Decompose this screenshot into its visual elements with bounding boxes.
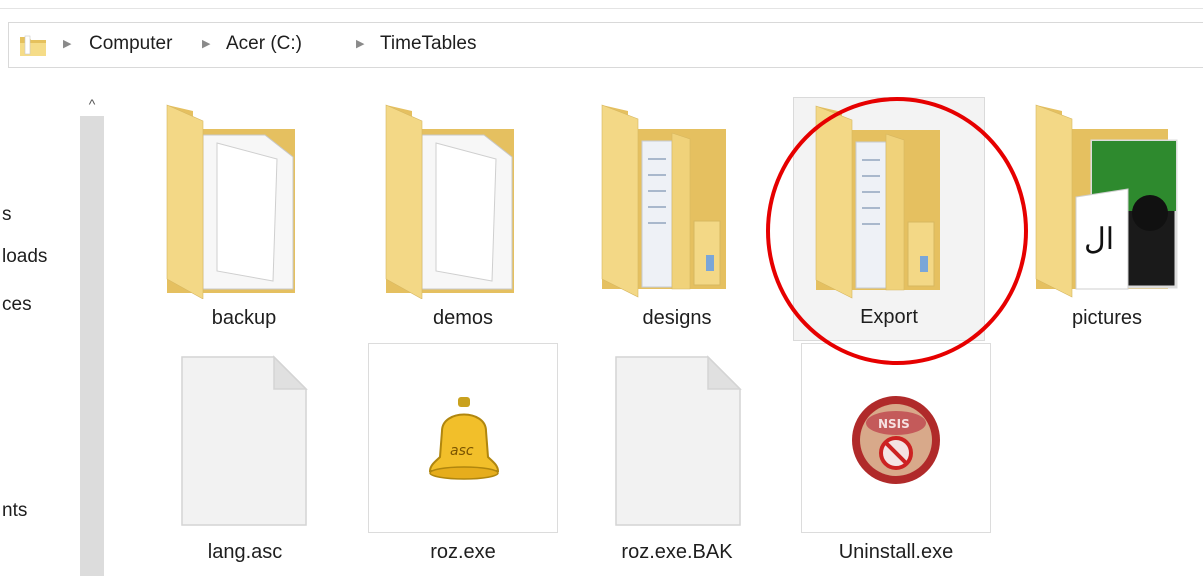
file-label: Export <box>860 306 918 328</box>
folder-icon <box>166 104 295 299</box>
bell-icon: asc <box>428 397 500 480</box>
svg-text:ال: ال <box>1084 222 1114 257</box>
folder-icon <box>20 35 46 56</box>
folder-backup[interactable]: backup <box>149 97 339 329</box>
file-label: Uninstall.exe <box>838 541 954 563</box>
scroll-up-button[interactable]: ^ <box>81 92 103 116</box>
file-label: roz.exe <box>430 541 496 563</box>
file-roz-exe-bak[interactable]: roz.exe.BAK <box>582 345 772 563</box>
bell-icon-text: asc <box>450 443 474 459</box>
folder-demos[interactable]: demos <box>368 97 558 329</box>
breadcrumb-separator: ▶ <box>356 38 365 50</box>
navigation-pane: s loads ces nts <box>0 86 110 576</box>
blank-document-icon <box>181 355 308 526</box>
folder-designs[interactable]: designs <box>582 97 772 329</box>
nav-item-places[interactable]: ces <box>2 294 32 316</box>
breadcrumb-separator: ▶ <box>63 38 72 50</box>
breadcrumb-separator: ▶ <box>202 38 211 50</box>
file-label: designs <box>642 307 712 329</box>
nav-item-fragment[interactable]: s <box>2 204 12 226</box>
folder-export[interactable]: Export <box>793 97 985 341</box>
folder-icon <box>385 104 514 299</box>
blank-document-icon <box>615 355 742 526</box>
folder-icon <box>601 104 726 298</box>
folder-icon <box>815 105 940 299</box>
breadcrumb-acer-drive[interactable]: Acer (C:) <box>226 33 302 55</box>
breadcrumb-computer[interactable]: Computer <box>89 33 172 55</box>
file-label: roz.exe.BAK <box>621 541 733 563</box>
uninstall-icon-text: NSIS <box>878 417 910 431</box>
nav-scrollbar[interactable] <box>80 116 104 576</box>
uninstall-no-icon: NSIS <box>852 396 940 484</box>
file-label: backup <box>211 307 277 329</box>
address-bar[interactable]: ▶ Computer ▶ Acer (C:) ▶ TimeTables <box>8 22 1203 68</box>
nav-item-documents[interactable]: nts <box>2 500 27 522</box>
file-roz-exe[interactable]: asc roz.exe <box>368 343 558 563</box>
file-label: demos <box>432 307 494 329</box>
file-label: pictures <box>1071 307 1143 329</box>
file-uninstall-exe[interactable]: NSIS Uninstall.exe <box>801 343 991 563</box>
folder-pictures[interactable]: ال pictures <box>1012 97 1202 329</box>
file-label: lang.asc <box>207 541 283 563</box>
file-lang-asc[interactable]: lang.asc <box>150 345 340 563</box>
nav-item-downloads[interactable]: loads <box>2 246 47 268</box>
folder-icon: ال <box>1035 104 1178 298</box>
breadcrumb-timetables[interactable]: TimeTables <box>380 33 476 55</box>
window-top-divider <box>0 8 1203 9</box>
